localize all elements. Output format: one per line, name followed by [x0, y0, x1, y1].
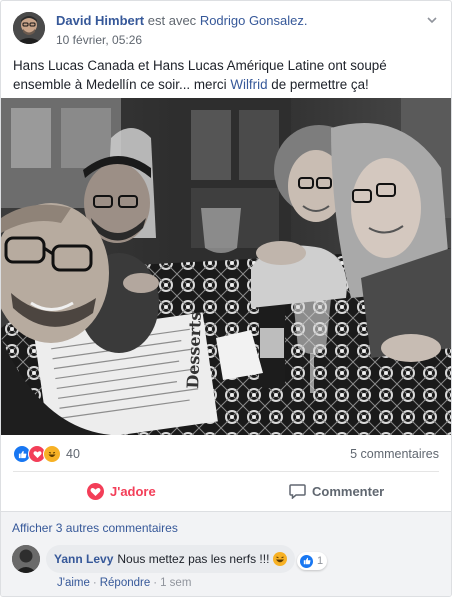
laughing-emoji-icon [273, 552, 288, 566]
more-comments-link[interactable]: Afficher 3 autres commentaires [12, 521, 178, 535]
reaction-count[interactable]: 40 [66, 447, 80, 461]
commenter-avatar[interactable] [12, 545, 40, 573]
like-icon [299, 553, 314, 569]
comment-text: Nous mettez pas les nerfs !!! [117, 552, 270, 566]
comment-actions: J'aime · Répondre · 1 sem [57, 577, 192, 589]
author-avatar[interactable] [13, 12, 45, 44]
love-label: J'adore [110, 483, 156, 499]
post-card: David Himbert est avec Rodrigo Gonsalez.… [0, 0, 452, 597]
comment-label: Commenter [312, 483, 385, 499]
haha-icon [43, 445, 61, 463]
comment-button[interactable]: Commenter [289, 480, 384, 502]
comment-bubble: Yann Levy Nous mettez pas les nerfs !!! [46, 545, 296, 573]
chevron-down-icon[interactable] [426, 13, 438, 25]
comment-author[interactable]: Yann Levy [54, 552, 113, 566]
comment-reaction[interactable]: 1 [297, 552, 328, 570]
comment-reaction-count: 1 [317, 555, 324, 567]
comment-reply-link[interactable]: Répondre [100, 577, 151, 589]
post-text-part2: de permettre ça! [267, 77, 369, 92]
post-text: Hans Lucas Canada et Hans Lucas Amérique… [13, 56, 439, 94]
comment-like-link[interactable]: J'aime [57, 577, 90, 589]
with-text: est avec [147, 13, 197, 28]
post-timestamp[interactable]: 10 février, 05:26 [56, 33, 142, 47]
post-photo[interactable]: Desserts [1, 98, 451, 435]
comment-icon [289, 484, 306, 499]
comments-count[interactable]: 5 commentaires [350, 447, 439, 461]
love-button[interactable]: J'adore [87, 480, 156, 502]
author-name[interactable]: David Himbert [56, 13, 144, 28]
love-icon [87, 482, 104, 500]
tagged-user[interactable]: Rodrigo Gonsalez. [200, 13, 308, 28]
comments-section: Afficher 3 autres commentaires Yann Levy… [1, 511, 451, 596]
comment-time[interactable]: 1 sem [160, 577, 191, 589]
reactions-summary[interactable]: 40 [13, 445, 80, 463]
photo-menu-text: Desserts [183, 311, 205, 389]
post-header: David Himbert est avec Rodrigo Gonsalez. [56, 13, 307, 28]
mention-wilfrid[interactable]: Wilfrid [230, 77, 267, 92]
divider [13, 471, 439, 472]
